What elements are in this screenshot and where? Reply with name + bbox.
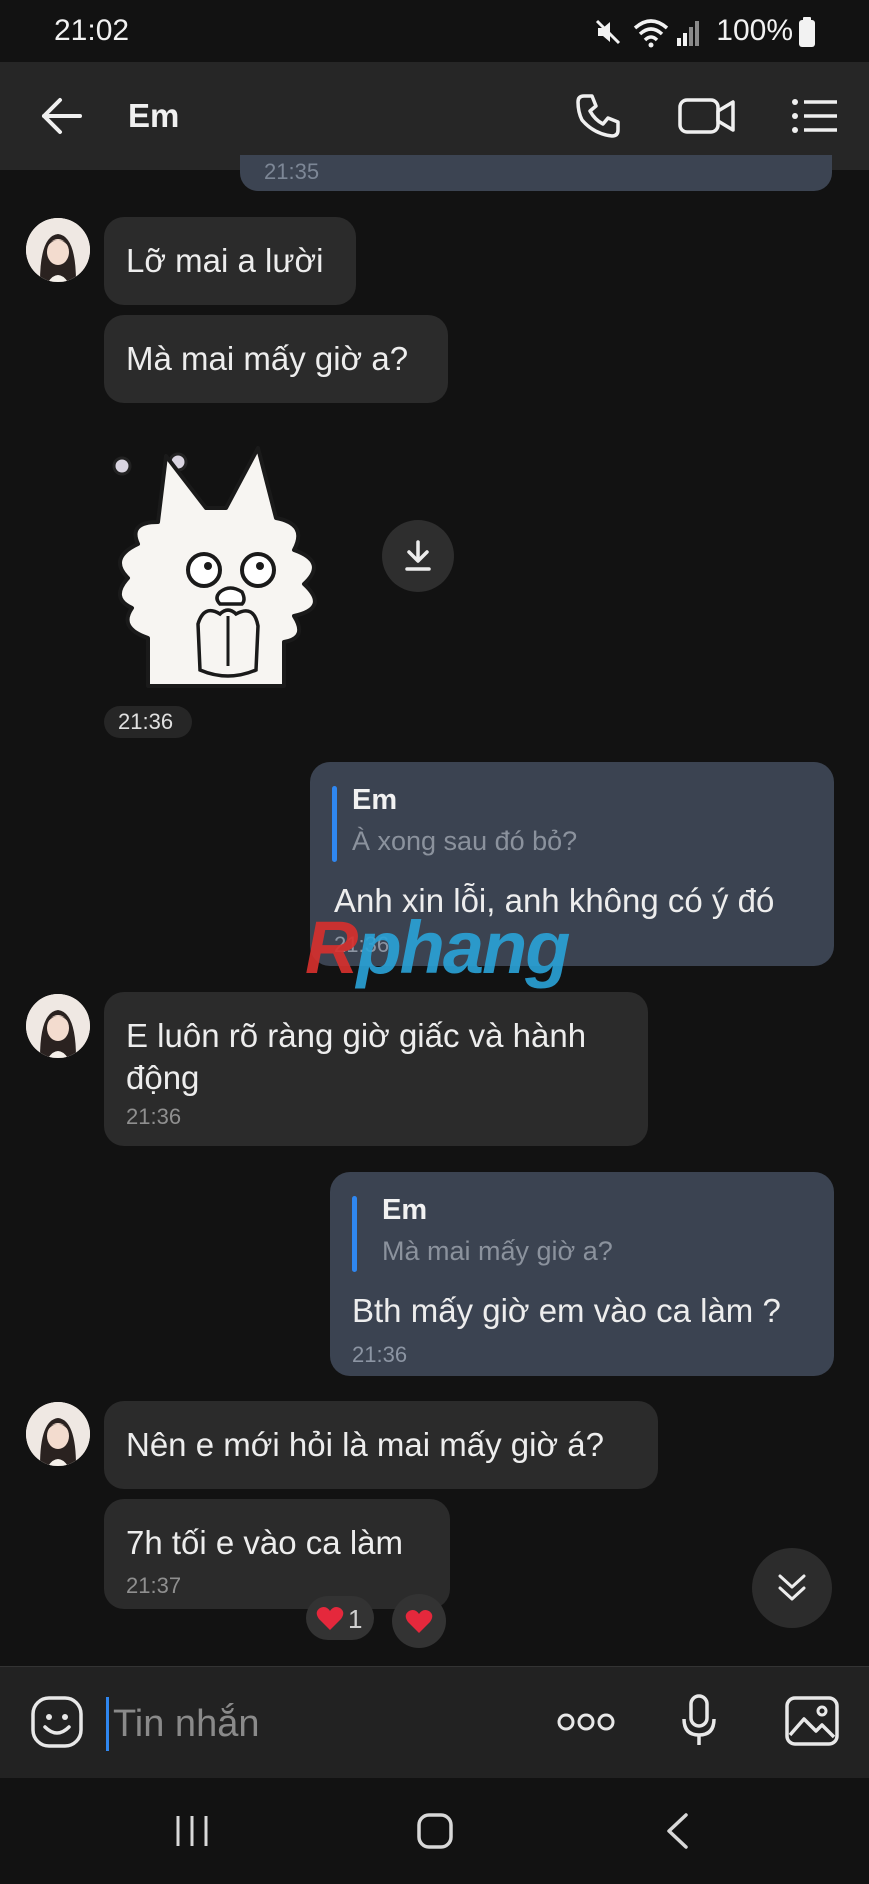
watermark-text: phang <box>356 906 570 989</box>
quote-bar <box>352 1196 357 1272</box>
mute-icon <box>595 19 621 45</box>
recent-apps-icon[interactable] <box>174 1814 210 1848</box>
heart-icon <box>316 1607 344 1630</box>
message-text: Bth mấy giờ em vào ca làm ? <box>352 1292 781 1329</box>
back-nav-icon[interactable] <box>664 1812 690 1850</box>
battery-percentage: 100% <box>716 14 793 47</box>
message-bubble[interactable]: 7h tối e vào ca làm 21:37 <box>104 1499 450 1609</box>
quote-text: À xong sau đó bỏ? <box>352 826 578 856</box>
message-text: Lỡ mai a lười <box>126 242 324 279</box>
menu-list-icon[interactable] <box>792 98 838 134</box>
avatar[interactable] <box>26 1402 90 1466</box>
quote-text: Mà mai mấy giờ a? <box>382 1236 613 1266</box>
message-time: 21:36 <box>118 709 174 734</box>
more-dots-icon[interactable] <box>556 1711 616 1733</box>
video-camera-icon[interactable] <box>678 96 736 136</box>
status-time: 21:02 <box>54 14 130 47</box>
message-text: Nên e mới hỏi là mai mấy giờ á? <box>126 1426 604 1463</box>
message-bubble[interactable]: Mà mai mấy giờ a? <box>104 315 448 403</box>
scroll-to-bottom-button[interactable] <box>752 1548 832 1628</box>
wifi-icon <box>633 19 669 48</box>
home-icon[interactable] <box>416 1812 454 1850</box>
back-arrow-icon[interactable] <box>40 96 84 136</box>
message-text: Mà mai mấy giờ a? <box>126 340 409 377</box>
double-chevron-down-icon <box>778 1574 806 1601</box>
download-icon <box>405 540 431 571</box>
chat-header: Em <box>0 62 869 170</box>
chat-title[interactable]: Em <box>128 97 179 135</box>
emoji-icon[interactable] <box>30 1695 84 1749</box>
system-navigation-bar <box>0 1778 869 1884</box>
cat-sticker[interactable] <box>108 438 348 694</box>
message-time: 21:35 <box>264 159 320 184</box>
message-time: 21:36 <box>126 1104 182 1129</box>
reaction-count: 1 <box>348 1604 363 1634</box>
avatar[interactable] <box>26 218 90 282</box>
message-bubble[interactable]: E luôn rõ ràng giờ giấc và hành động 21:… <box>104 992 648 1146</box>
previous-message-bubble[interactable]: 21:35 <box>240 155 832 191</box>
message-time: 21:36 <box>352 1342 408 1367</box>
message-composer <box>0 1666 869 1779</box>
download-button[interactable] <box>382 520 454 592</box>
message-bubble-outgoing[interactable]: Em Mà mai mấy giờ a? Bth mấy giờ em vào … <box>330 1172 834 1376</box>
message-time: 21:37 <box>126 1573 182 1598</box>
microphone-icon[interactable] <box>680 1693 718 1749</box>
watermark-logo: Rphang <box>305 905 570 990</box>
message-text: E luôn rõ ràng giờ giấc và hành động <box>126 1017 587 1096</box>
heart-icon <box>405 1610 433 1633</box>
message-input[interactable] <box>106 1697 545 1751</box>
image-gallery-icon[interactable] <box>784 1695 840 1747</box>
message-text: 7h tối e vào ca làm <box>126 1524 403 1561</box>
quote-sender: Em <box>382 1194 428 1226</box>
reaction-count-pill[interactable]: 1 <box>306 1596 374 1640</box>
message-bubble[interactable]: Lỡ mai a lười <box>104 217 356 305</box>
add-reaction-button[interactable] <box>392 1594 446 1648</box>
phone-icon[interactable] <box>574 92 622 140</box>
avatar[interactable] <box>26 994 90 1058</box>
message-bubble[interactable]: Nên e mới hỏi là mai mấy giờ á? <box>104 1401 658 1489</box>
sticker-time-pill: 21:36 <box>104 706 192 738</box>
status-bar: 21:02 100% <box>0 0 869 62</box>
quote-sender: Em <box>352 784 398 816</box>
battery-icon <box>799 17 815 47</box>
quote-bar <box>332 786 337 862</box>
watermark-first-letter: R <box>305 906 358 989</box>
signal-icon <box>677 21 699 46</box>
